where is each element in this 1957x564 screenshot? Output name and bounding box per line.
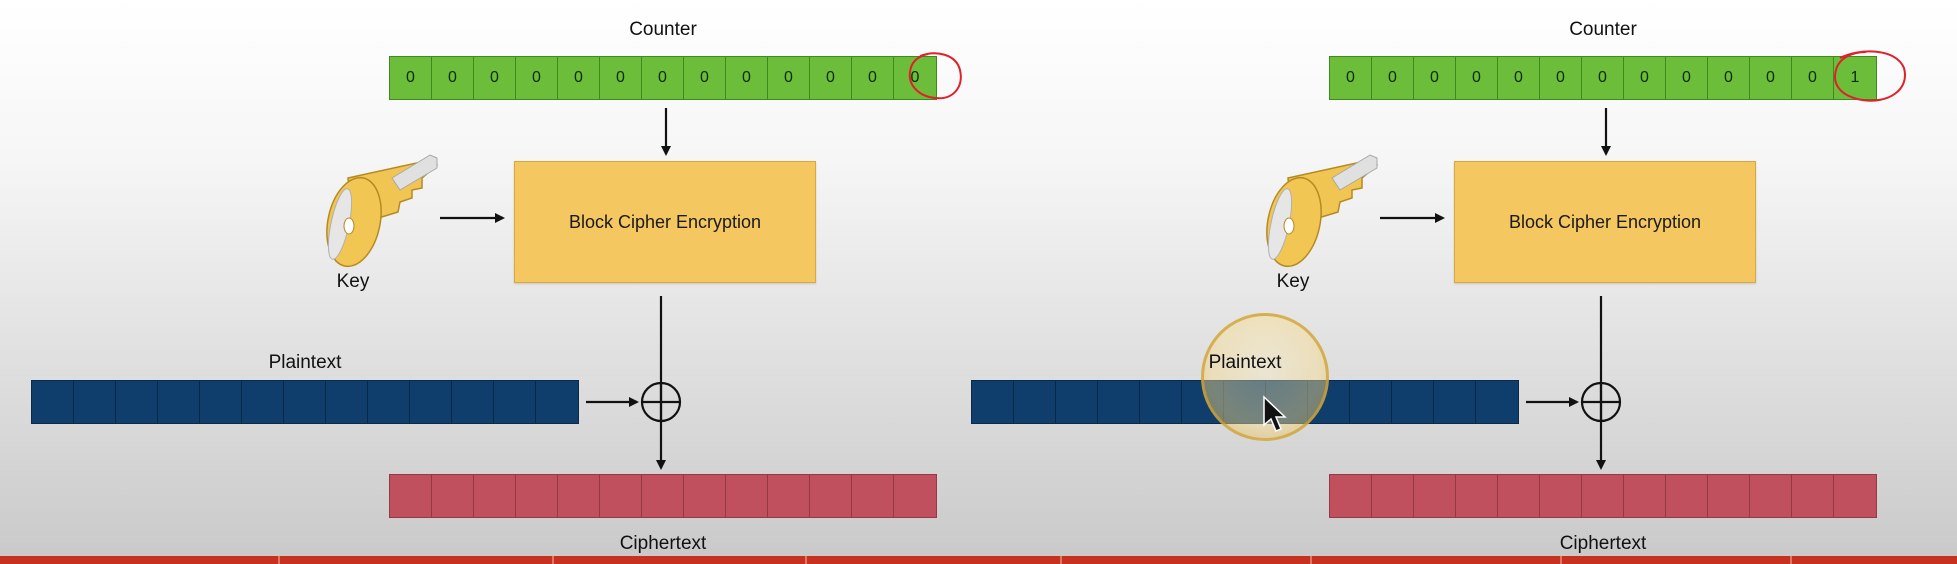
ciphertext-cell (1414, 475, 1456, 517)
key-icon (326, 154, 439, 268)
ciphertext-cell (1624, 475, 1666, 517)
plaintext-cell (1140, 381, 1182, 423)
chapter-marker (1060, 556, 1062, 564)
plaintext-label: Plaintext (268, 352, 342, 373)
plaintext-cell (1476, 381, 1518, 423)
plaintext-cell (1098, 381, 1140, 423)
ciphertext-cell (1456, 475, 1498, 517)
plaintext-cell (536, 381, 578, 423)
ciphertext-label: Ciphertext (619, 533, 707, 554)
xor-icon (1580, 381, 1622, 423)
key-label: Key (1276, 271, 1310, 292)
block-cipher-box: Block Cipher Encryption (514, 161, 816, 283)
connector-arrows (1266, 50, 1906, 470)
annotation-circle (1834, 50, 1906, 102)
block-cipher-box: Block Cipher Encryption (1454, 161, 1756, 283)
chapter-marker (278, 556, 280, 564)
ciphertext-label: Ciphertext (1559, 533, 1647, 554)
ctr-diagram-panel-right: Counter 0 0 0 0 0 0 0 0 0 0 0 0 1 Block … (940, 0, 1918, 556)
plaintext-cell (410, 381, 452, 423)
ciphertext-cell (642, 475, 684, 517)
ciphertext-cell (1330, 475, 1372, 517)
video-progress-bar[interactable] (0, 556, 1957, 564)
plaintext-cell (32, 381, 74, 423)
ciphertext-cell (1582, 475, 1624, 517)
plaintext-cell (972, 381, 1014, 423)
plaintext-cell (1014, 381, 1056, 423)
plaintext-cell (1056, 381, 1098, 423)
ciphertext-cell (726, 475, 768, 517)
ciphertext-cell (516, 475, 558, 517)
plaintext-cell (242, 381, 284, 423)
ciphertext-block (389, 474, 937, 518)
plaintext-cell (284, 381, 326, 423)
ciphertext-cell (1834, 475, 1876, 517)
plaintext-cell (1434, 381, 1476, 423)
ciphertext-cell (390, 475, 432, 517)
plaintext-cell (1392, 381, 1434, 423)
plaintext-cell (74, 381, 116, 423)
ciphertext-cell (810, 475, 852, 517)
key-label: Key (336, 271, 370, 292)
ciphertext-cell (432, 475, 474, 517)
plaintext-cell (326, 381, 368, 423)
plaintext-cell (1350, 381, 1392, 423)
plaintext-cell (494, 381, 536, 423)
ciphertext-cell (1540, 475, 1582, 517)
ciphertext-cell (558, 475, 600, 517)
ciphertext-cell (474, 475, 516, 517)
xor-icon (640, 381, 682, 423)
ciphertext-cell (894, 475, 936, 517)
plaintext-cell (452, 381, 494, 423)
connector-arrows (326, 52, 962, 470)
mouse-pointer-icon (1263, 395, 1287, 432)
key-icon (1266, 154, 1379, 268)
plaintext-cell (200, 381, 242, 423)
ciphertext-cell (1666, 475, 1708, 517)
ciphertext-cell (1372, 475, 1414, 517)
chapter-marker (552, 556, 554, 564)
ciphertext-cell (768, 475, 810, 517)
chapter-marker (805, 556, 807, 564)
chapter-marker (1310, 556, 1312, 564)
ciphertext-cell (684, 475, 726, 517)
ciphertext-cell (600, 475, 642, 517)
chapter-marker (1790, 556, 1792, 564)
plaintext-cell (368, 381, 410, 423)
chapter-marker (1560, 556, 1562, 564)
plaintext-cell (116, 381, 158, 423)
ctr-diagram-panel-left: Counter 0 0 0 0 0 0 0 0 0 0 0 0 0 Block … (0, 0, 978, 556)
ciphertext-cell (1792, 475, 1834, 517)
ciphertext-block (1329, 474, 1877, 518)
ciphertext-cell (1750, 475, 1792, 517)
plaintext-block (31, 380, 579, 424)
plaintext-label: Plaintext (1208, 352, 1282, 373)
plaintext-cell (158, 381, 200, 423)
ciphertext-cell (852, 475, 894, 517)
ciphertext-cell (1708, 475, 1750, 517)
ciphertext-cell (1498, 475, 1540, 517)
